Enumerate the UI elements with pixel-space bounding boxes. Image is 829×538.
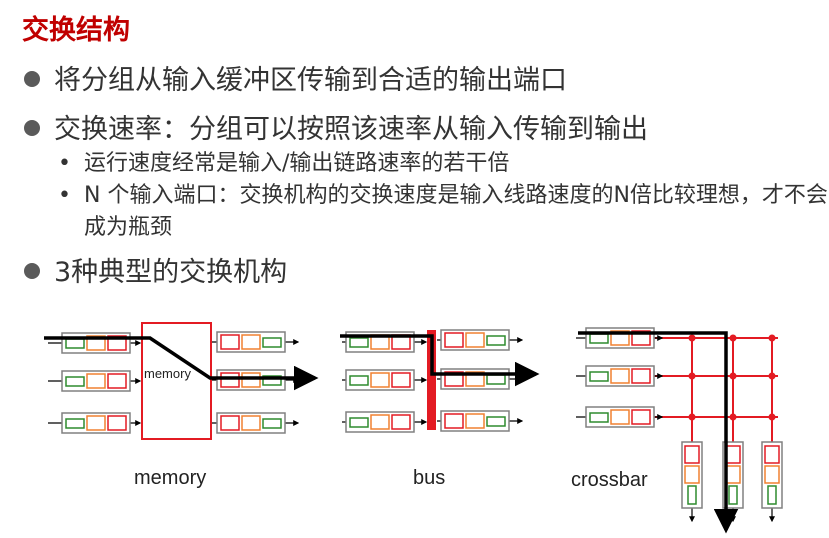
crossbar-grid xyxy=(655,334,778,444)
sub-bullet-item: • 运行速度经常是输入/输出链路速率的若干倍 xyxy=(58,148,818,180)
output-ports xyxy=(437,329,524,432)
bullet-item: 交换速率：分组可以按照该速率从输入传输到输出 xyxy=(24,107,648,146)
bullet-item: 将分组从输入缓冲区传输到合适的输出端口 xyxy=(24,58,567,97)
bullet-dot-icon xyxy=(24,262,40,279)
bus-fabric xyxy=(340,329,540,433)
caption-crossbar: crossbar xyxy=(571,469,648,491)
output-ports xyxy=(212,331,300,434)
slide-title: 交换结构 xyxy=(22,15,130,46)
output-ports xyxy=(681,441,783,523)
sub-bullet-dot-icon: • xyxy=(58,183,71,208)
input-ports xyxy=(576,327,664,428)
crossbar-fabric xyxy=(576,327,783,534)
bullet-item: 3种典型的交换机构 xyxy=(24,250,287,289)
input-ports xyxy=(342,331,428,433)
sub-bullet-item: • N 个输入端口：交换机构的交换速度是输入线路速度的N倍比较理想，才不会成为瓶颈 xyxy=(58,180,829,244)
memory-fabric: memory xyxy=(44,322,319,440)
bullet-dot-icon xyxy=(24,119,40,136)
packet-path-arrow xyxy=(578,331,739,534)
sub-bullet-dot-icon: • xyxy=(58,151,71,176)
input-ports xyxy=(48,332,142,434)
caption-bus: bus xyxy=(413,467,446,489)
memory-inner-label: memory xyxy=(144,366,191,381)
caption-memory: memory xyxy=(134,467,207,489)
bullet-dot-icon xyxy=(24,70,40,87)
switching-fabrics-diagram: memory xyxy=(44,322,783,534)
